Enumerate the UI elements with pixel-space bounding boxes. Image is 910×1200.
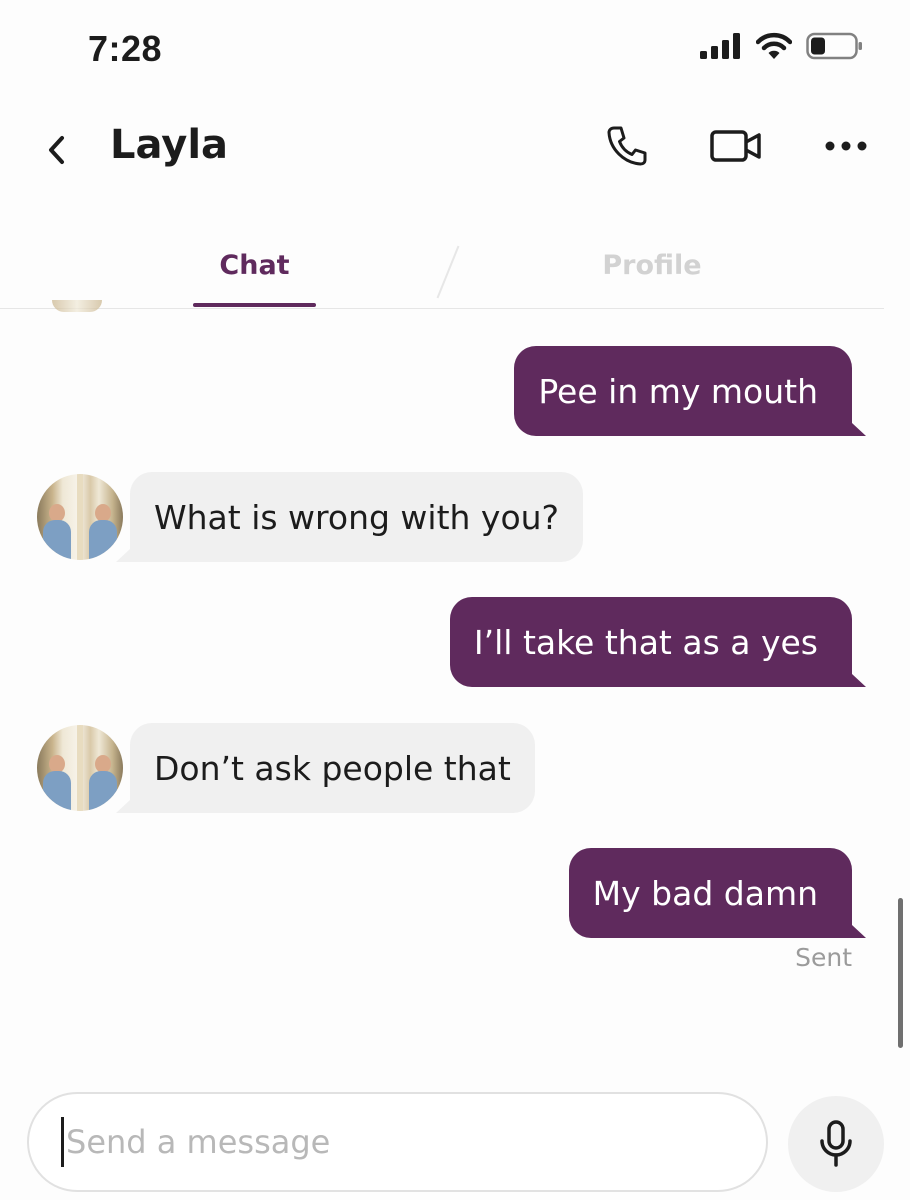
message-text: I’ll take that as a yes [473, 622, 818, 662]
video-camera-icon [710, 130, 761, 162]
video-call-button[interactable] [708, 120, 764, 172]
message-text: What is wrong with you? [154, 497, 560, 537]
signal-icon [700, 33, 740, 59]
more-options-button[interactable] [822, 120, 870, 172]
wifi-icon [756, 32, 792, 59]
active-tab-indicator [193, 303, 316, 307]
back-button[interactable] [36, 128, 76, 172]
message-composer[interactable] [27, 1092, 768, 1192]
message-input[interactable] [66, 1123, 766, 1161]
message-text: Don’t ask people that [154, 748, 511, 788]
call-button[interactable] [602, 120, 652, 172]
message-incoming[interactable]: Don’t ask people that [116, 723, 535, 813]
delivery-status: Sent [795, 943, 852, 972]
scrollbar[interactable] [898, 898, 903, 1048]
conversation-title: Layla [110, 122, 229, 168]
message-outgoing[interactable]: My bad damn [568, 848, 867, 938]
message-incoming[interactable]: What is wrong with you? [115, 472, 584, 562]
avatar[interactable] [37, 474, 123, 560]
microphone-icon [820, 1120, 852, 1167]
message-outgoing[interactable]: Pee in my mouth [514, 346, 866, 436]
tab-chat[interactable]: Chat [193, 250, 316, 281]
phone-icon [607, 126, 647, 166]
partial-avatar [52, 300, 102, 312]
chat-screen: 7:28 Layla Chat Profile Pee in my mouth … [0, 0, 910, 1200]
tab-bar: Chat Profile [0, 238, 884, 309]
battery-icon [806, 32, 862, 60]
status-time: 7:28 [88, 28, 163, 69]
voice-message-button[interactable] [788, 1096, 884, 1192]
message-text: My bad damn [592, 873, 818, 913]
more-icon [825, 141, 867, 151]
tab-divider [436, 245, 460, 299]
message-outgoing[interactable]: I’ll take that as a yes [449, 597, 867, 687]
message-text: Pee in my mouth [538, 371, 818, 411]
text-caret [61, 1117, 64, 1167]
tab-profile[interactable]: Profile [590, 250, 714, 281]
status-icons [700, 32, 864, 60]
avatar[interactable] [37, 725, 123, 811]
back-chevron-icon [49, 136, 64, 164]
